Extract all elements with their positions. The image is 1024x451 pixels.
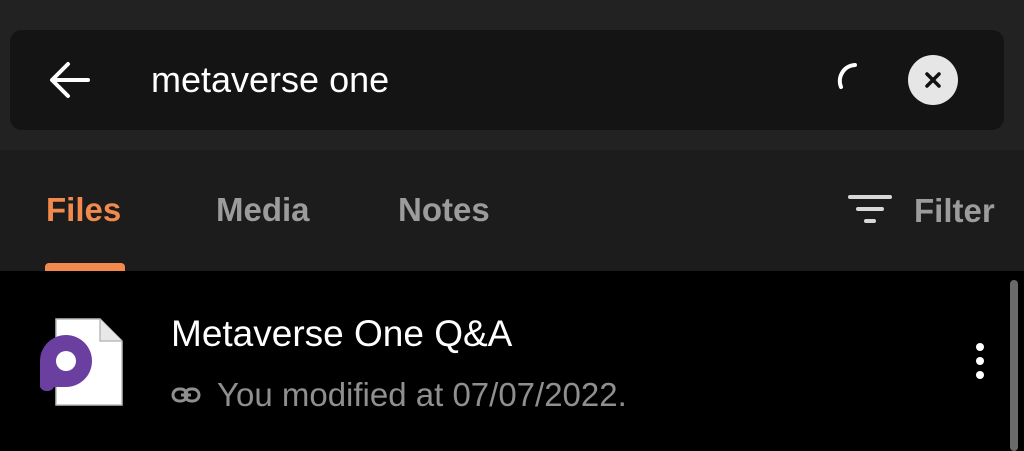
file-meta: You modified at 07/07/2022.	[171, 373, 627, 417]
filter-button[interactable]: Filter	[848, 188, 995, 234]
filter-label: Filter	[914, 192, 995, 229]
modified-text: You modified at 07/07/2022.	[217, 376, 627, 413]
active-tab-indicator	[45, 263, 125, 271]
back-button[interactable]	[40, 50, 100, 110]
link-icon	[171, 387, 201, 403]
document-icon	[40, 318, 123, 406]
tab-media[interactable]: Media	[216, 190, 310, 230]
search-bar	[10, 30, 1004, 130]
clear-icon	[925, 72, 941, 88]
more-vertical-icon	[976, 340, 984, 382]
list-item[interactable]: Metaverse One Q&A You modified at 07/07/…	[0, 271, 1008, 451]
file-title: Metaverse One Q&A	[171, 313, 513, 354]
back-arrow-icon	[50, 62, 90, 98]
more-options-button[interactable]	[960, 331, 1000, 391]
filter-icon	[848, 195, 892, 223]
loading-spinner-icon	[837, 63, 857, 89]
tab-files[interactable]: Files	[46, 190, 121, 230]
search-header: Files Media Notes Filter	[0, 0, 1024, 271]
clear-search-button[interactable]	[908, 55, 958, 105]
search-input[interactable]	[151, 52, 791, 108]
scrollbar[interactable]	[1010, 280, 1018, 451]
tab-notes[interactable]: Notes	[398, 190, 490, 230]
